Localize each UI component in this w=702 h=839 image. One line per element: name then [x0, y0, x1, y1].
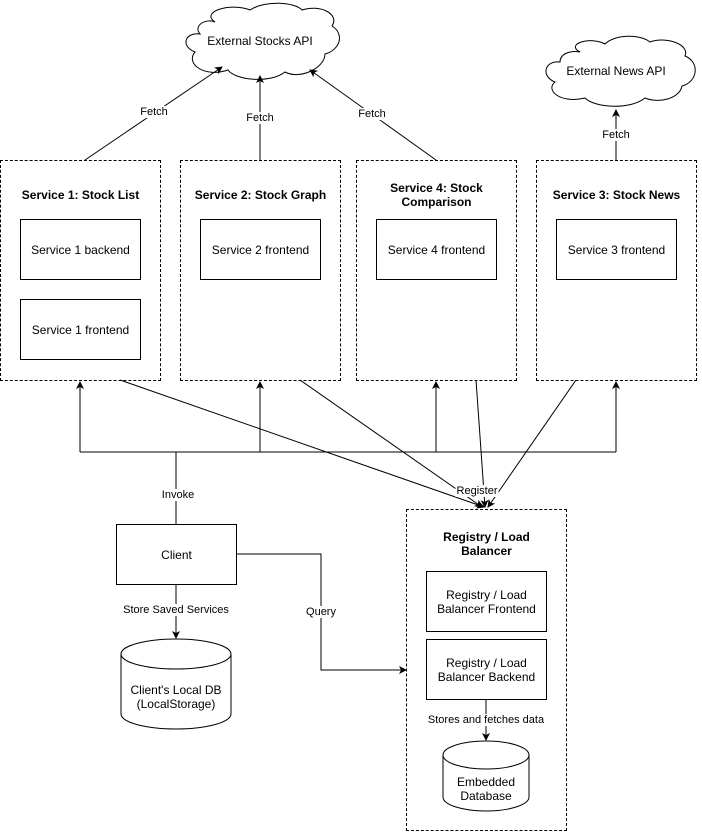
external-stocks-api: External Stocks API — [207, 34, 313, 48]
service-2-title: Service 2: Stock Graph — [194, 188, 327, 202]
service-1-frontend: Service 1 frontend — [20, 299, 141, 360]
edge-label-stores-fetches: Stores and fetches data — [426, 714, 546, 726]
edge-register-s1 — [119, 379, 485, 509]
service-2-container: Service 2: Stock Graph Service 2 fronten… — [180, 160, 341, 381]
service-3-title: Service 3: Stock News — [552, 188, 681, 202]
service-2-frontend: Service 2 frontend — [200, 219, 321, 280]
service-1-title: Service 1: Stock List — [21, 188, 140, 202]
service-4-frontend: Service 4 frontend — [376, 219, 497, 280]
edge-label-invoke: Invoke — [160, 489, 196, 501]
service-4-title: Service 4: Stock Comparison — [390, 181, 483, 209]
edge-label-fetch-s3: Fetch — [601, 129, 631, 141]
client-box: Client — [116, 524, 237, 585]
service-3-frontend: Service 3 frontend — [556, 219, 677, 280]
registry-frontend: Registry / Load Balancer Frontend — [426, 571, 547, 632]
service-1-backend: Service 1 backend — [20, 219, 141, 280]
registry-title: Registry / Load Balancer — [443, 530, 530, 558]
edge-label-store-saved: Store Saved Services — [122, 604, 230, 616]
embedded-database: Embedded Database — [456, 775, 516, 803]
edge-label-fetch-s2: Fetch — [245, 112, 275, 124]
registry-backend: Registry / Load Balancer Backend — [426, 639, 547, 700]
edge-register-s3 — [487, 379, 577, 508]
service-4-container: Service 4: Stock Comparison Service 4 fr… — [356, 160, 517, 381]
service-1-container: Service 1: Stock List Service 1 backend … — [0, 160, 161, 381]
edge-label-fetch-s4: Fetch — [357, 108, 387, 120]
edge-label-register: Register — [455, 485, 499, 497]
service-3-container: Service 3: Stock News Service 3 frontend — [536, 160, 697, 381]
external-news-api: External News API — [566, 64, 666, 78]
connector-layer — [76, 2, 696, 812]
edge-label-fetch-s1: Fetch — [139, 106, 169, 118]
edge-label-query: Query — [305, 606, 337, 618]
client-local-db: Client's Local DB (LocalStorage) — [130, 683, 222, 711]
